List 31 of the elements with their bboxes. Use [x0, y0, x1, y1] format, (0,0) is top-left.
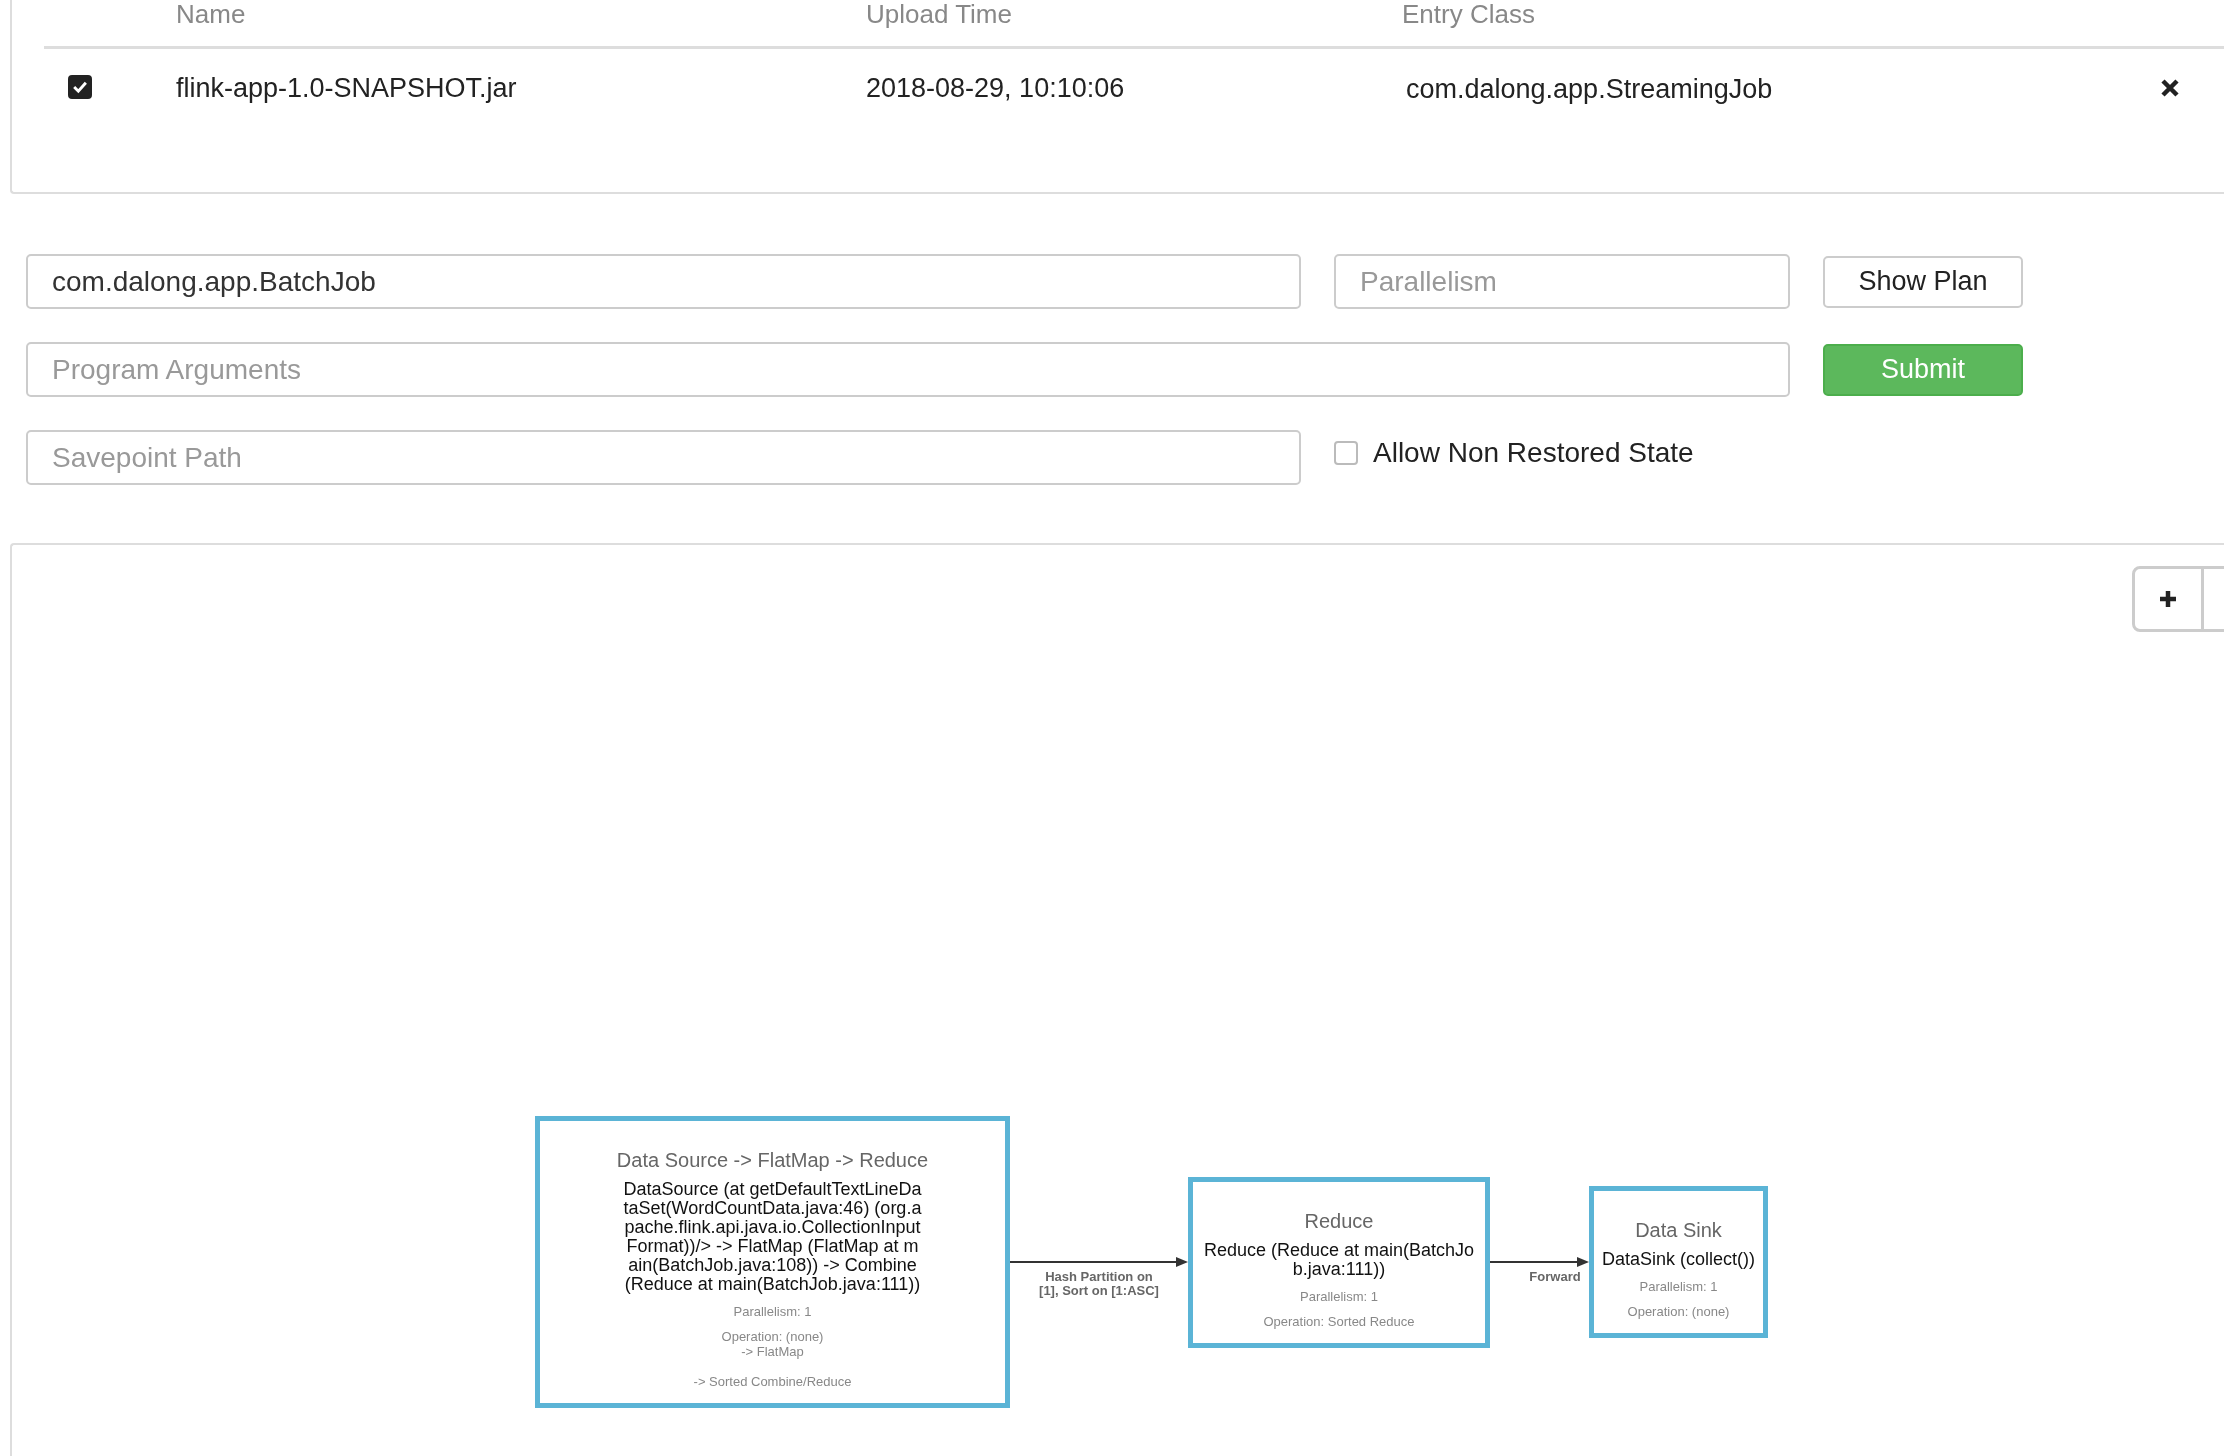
checkbox-label: Allow Non Restored State — [1373, 436, 1694, 469]
table-cell-text: 2018-08-29, 10:10:06 — [866, 72, 1126, 104]
edge-label: Hash Partition on [1], Sort on [1:ASC] — [1038, 1270, 1160, 1298]
plus-icon — [2158, 589, 2178, 609]
show-plan-button[interactable]: Show Plan — [1823, 255, 2023, 308]
parallelism-field[interactable]: Parallelism — [1334, 254, 1790, 309]
node-parallelism: Parallelism: 1 — [733, 1304, 812, 1319]
column-header: Entry Class — [1402, 0, 1536, 28]
checkbox[interactable] — [1334, 440, 1358, 465]
savepoint-path-field[interactable]: Savepoint Path — [26, 430, 1301, 485]
checkbox[interactable] — [68, 75, 92, 99]
node-operation: Operation: (none) -> FlatMap -> Sorted Combine/Reduce — [693, 1329, 852, 1389]
column-header: Upload Time — [866, 0, 1013, 28]
node-operation: Operation: Sorted Reduce — [1263, 1313, 1415, 1329]
zoom-in-button[interactable] — [2132, 566, 2204, 632]
table-cell-text: flink-app-1.0-SNAPSHOT.jar — [176, 72, 518, 104]
node-title: Data Sink — [1635, 1219, 1722, 1242]
delete-icon[interactable] — [2160, 78, 2180, 98]
entry-class-field[interactable]: com.dalong.app.BatchJob — [26, 254, 1301, 309]
column-header: Name — [176, 0, 247, 28]
node-description: DataSink (collect()) — [1600, 1250, 1756, 1269]
node-parallelism: Parallelism: 1 — [1639, 1279, 1718, 1294]
node-description: Reduce (Reduce at main(BatchJob.java:111)) — [1202, 1240, 1476, 1279]
node-parallelism: Parallelism: 1 — [1300, 1288, 1378, 1304]
program-arguments-field[interactable]: Program Arguments — [26, 342, 1790, 397]
node-title: Reduce — [1304, 1209, 1374, 1233]
edge-label: Forward — [1528, 1270, 1582, 1284]
node-title: Data Source -> FlatMap -> Reduce — [616, 1149, 929, 1172]
node-operation: Operation: (none) — [1627, 1304, 1730, 1319]
node-description: DataSource (at getDefaultTextLineDataSet(WordCountData.java:46) (org.apache.flink.api.java.io.CollectionInputFormat))/> -> FlatMap (FlatMap at main(BatchJob.java:108)) -> Combine (Reduce at main(BatchJob.java:111)) — [622, 1180, 923, 1294]
table-cell-text: com.dalong.app.StreamingJob — [1406, 74, 1774, 105]
